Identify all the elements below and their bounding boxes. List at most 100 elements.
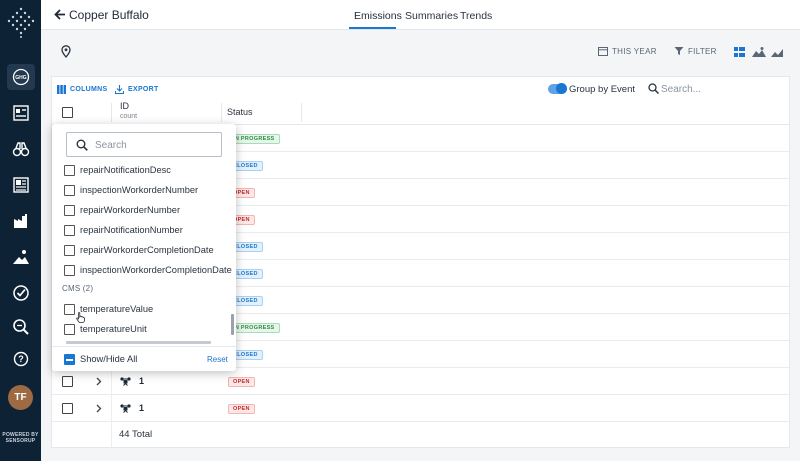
list-view-icon[interactable]	[734, 47, 745, 57]
page-title: Copper Buffalo	[69, 8, 149, 22]
column-divider	[111, 421, 112, 447]
sidebar-item-reports[interactable]	[7, 100, 35, 126]
column-option[interactable]: repairWorkorderNumber	[64, 202, 180, 218]
dashboard-icon	[13, 177, 29, 193]
zoom-icon	[13, 319, 29, 335]
column-option[interactable]: repairNotificationDesc	[64, 162, 171, 178]
table-search-input[interactable]	[661, 81, 781, 97]
column-option-checkbox[interactable]	[64, 303, 75, 315]
export-label: EXPORT	[128, 86, 159, 93]
search-icon	[648, 83, 659, 94]
columns-label: COLUMNS	[70, 86, 108, 93]
column-option-checkbox[interactable]	[64, 184, 75, 196]
filter-button[interactable]: FILTER	[674, 46, 717, 56]
filter-label: FILTER	[688, 46, 717, 56]
table-row[interactable]: 1 OPEN	[52, 368, 789, 395]
help-icon: ?	[13, 351, 29, 367]
group-by-event-toggle[interactable]	[548, 83, 567, 94]
chart-view-icon[interactable]	[771, 47, 783, 57]
row-checkbox[interactable]	[62, 403, 73, 414]
status-badge: OPEN	[228, 404, 255, 414]
factory-icon	[14, 214, 27, 228]
tab-summaries[interactable]: Summaries	[405, 10, 458, 22]
column-header-id-sub: count	[120, 113, 138, 120]
columns-dropdown: repairNotificationDesc inspectionWorkorde…	[52, 124, 236, 371]
toggle-knob	[556, 83, 567, 94]
sub-bar: THIS YEAR FILTER	[41, 30, 800, 74]
svg-text:GHG: GHG	[15, 75, 27, 81]
columns-list-hscrollbar[interactable]	[66, 341, 211, 344]
column-separator	[111, 103, 112, 122]
column-option-checkbox[interactable]	[64, 264, 75, 276]
column-option-label: temperatureValue	[80, 304, 154, 314]
column-divider	[111, 395, 112, 422]
filter-icon	[674, 47, 684, 55]
back-arrow-icon[interactable]	[54, 8, 66, 21]
svg-text:?: ?	[18, 354, 24, 364]
map-pin-icon[interactable]	[61, 45, 71, 58]
tab-trends[interactable]: Trends	[460, 10, 492, 22]
columns-list-scrollbar[interactable]	[231, 314, 234, 335]
sidebar-item-tasks[interactable]	[7, 280, 35, 306]
column-option[interactable]: inspectionWorkorderCompletionDate	[64, 262, 232, 278]
avatar-initials: TF	[14, 392, 27, 403]
column-option[interactable]: repairNotificationNumber	[64, 222, 183, 238]
reset-columns-button[interactable]: Reset	[207, 355, 228, 364]
top-bar: Copper Buffalo Emissions Summaries Trend…	[41, 0, 800, 30]
table-row[interactable]: 1 OPEN	[52, 395, 789, 422]
powered-by-label: POWERED BY SENSORUP	[0, 432, 41, 444]
sidebar: GHG ? TF POWERED BY SENSORUP	[0, 0, 41, 461]
export-icon	[115, 85, 124, 94]
column-option-checkbox[interactable]	[64, 204, 75, 216]
select-all-checkbox[interactable]	[62, 107, 73, 118]
column-option-checkbox[interactable]	[64, 164, 75, 176]
sidebar-item-inspection[interactable]	[7, 136, 35, 162]
columns-dropdown-footer: Show/Hide All Reset	[52, 346, 236, 371]
column-option-label: repairWorkorderCompletionDate	[80, 245, 214, 255]
drone-icon	[120, 404, 131, 413]
sensorup-logo-icon[interactable]	[6, 6, 36, 40]
column-header-status[interactable]: Status	[227, 107, 253, 117]
column-option-checkbox[interactable]	[64, 323, 75, 335]
sidebar-item-help[interactable]: ?	[7, 346, 35, 372]
calendar-icon	[598, 47, 608, 56]
expand-chevron-icon[interactable]	[95, 377, 102, 386]
column-group-label: CMS (2)	[62, 284, 94, 293]
column-option[interactable]: repairWorkorderCompletionDate	[64, 242, 214, 258]
columns-search-box	[66, 132, 222, 157]
tab-emissions[interactable]: Emissions	[354, 10, 402, 22]
table-footer: 44 Total	[52, 421, 789, 447]
column-divider	[111, 368, 112, 395]
column-option-checkbox[interactable]	[64, 244, 75, 256]
column-separator	[221, 103, 222, 122]
column-option-label: inspectionWorkorderNumber	[80, 185, 199, 195]
column-option-checkbox[interactable]	[64, 224, 75, 236]
sidebar-item-search[interactable]	[7, 314, 35, 340]
active-tab-indicator	[349, 27, 396, 29]
field-worker-icon	[13, 250, 29, 264]
sidebar-item-ghg[interactable]: GHG	[7, 64, 35, 90]
columns-search-input[interactable]	[95, 137, 215, 153]
column-option[interactable]: temperatureUnit	[64, 321, 147, 337]
sidebar-item-dashboard[interactable]	[7, 172, 35, 198]
export-button[interactable]: EXPORT	[115, 85, 159, 94]
pointer-cursor-icon	[76, 312, 85, 323]
sidebar-item-field[interactable]	[7, 244, 35, 270]
date-range-button[interactable]: THIS YEAR	[598, 46, 657, 56]
columns-icon	[57, 85, 66, 94]
column-option-label: repairNotificationDesc	[80, 165, 171, 175]
column-option[interactable]: inspectionWorkorderNumber	[64, 182, 198, 198]
show-hide-all-checkbox[interactable]	[64, 354, 75, 365]
report-list-icon	[13, 105, 29, 121]
drone-icon	[120, 377, 131, 386]
sidebar-item-facilities[interactable]	[7, 208, 35, 234]
map-view-icon[interactable]	[752, 47, 766, 57]
user-avatar[interactable]: TF	[8, 385, 33, 410]
row-checkbox[interactable]	[62, 376, 73, 387]
date-range-label: THIS YEAR	[612, 46, 657, 56]
status-badge: OPEN	[228, 377, 255, 387]
row-id: 1	[139, 376, 145, 386]
column-header-id[interactable]: ID	[120, 101, 129, 111]
expand-chevron-icon[interactable]	[95, 404, 102, 413]
columns-button[interactable]: COLUMNS	[57, 85, 108, 94]
